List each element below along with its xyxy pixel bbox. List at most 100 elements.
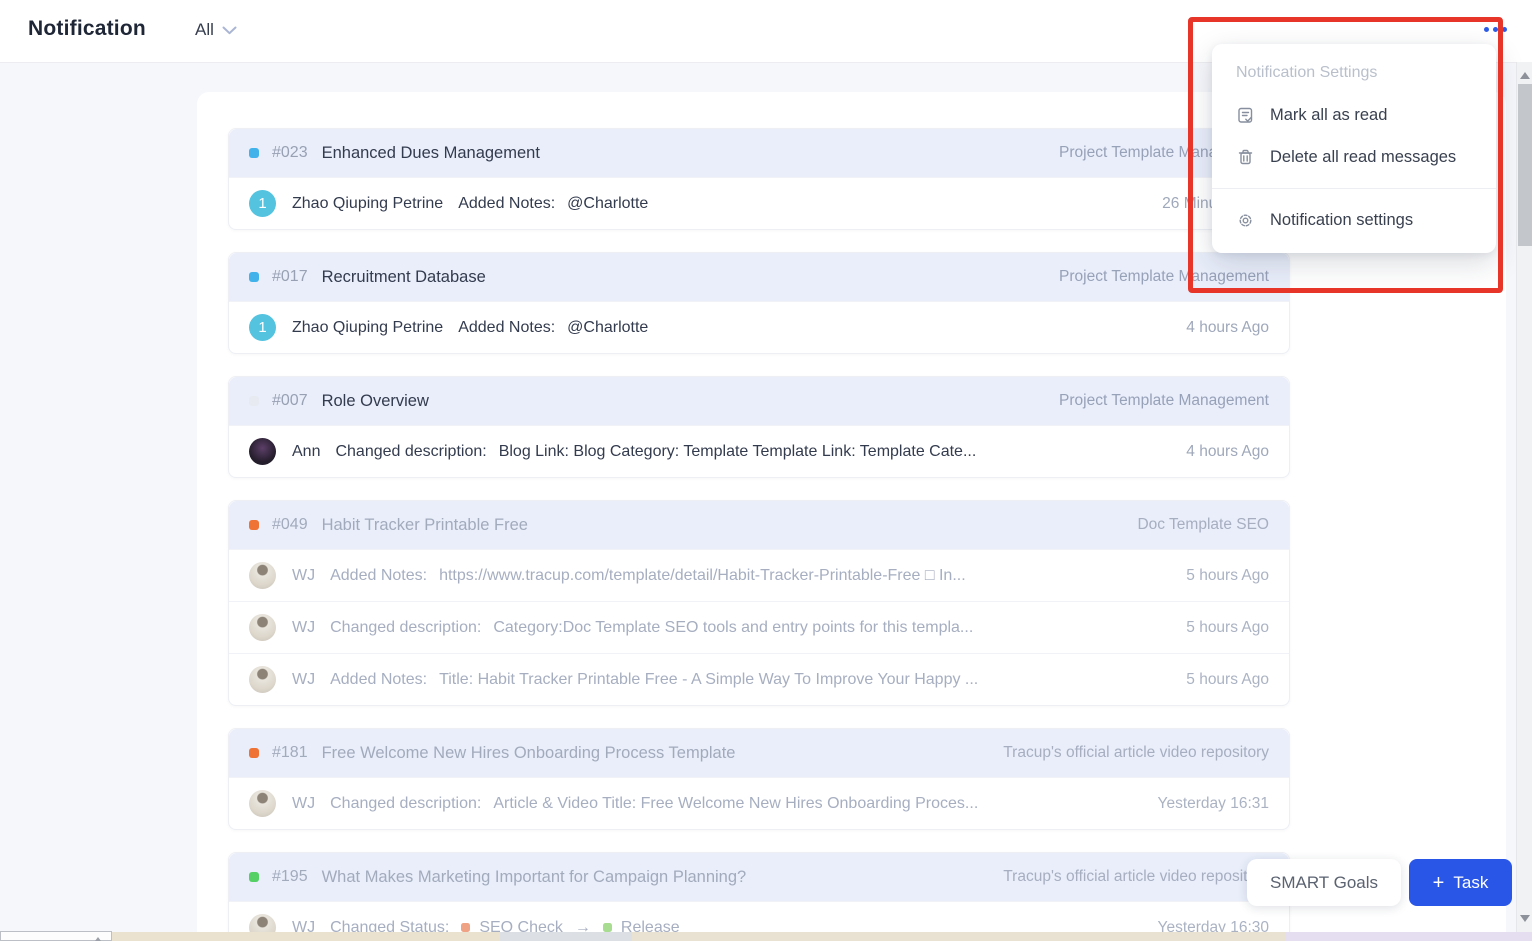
task-title: Enhanced Dues Management bbox=[322, 144, 540, 163]
action-label: Added Notes: bbox=[458, 319, 555, 337]
status-bullet-icon bbox=[249, 148, 259, 158]
actor-name: Zhao Qiuping Petrine bbox=[292, 319, 443, 337]
status-bullet-icon bbox=[249, 872, 259, 882]
ellipsis-dot bbox=[1493, 27, 1498, 32]
more-menu-button[interactable] bbox=[1484, 27, 1507, 32]
scrollbar-thumb[interactable] bbox=[1518, 84, 1532, 246]
status-to-bullet-icon bbox=[603, 923, 612, 932]
status-bullet-icon bbox=[249, 520, 259, 530]
action-label: Added Notes: bbox=[330, 567, 427, 585]
notification-row[interactable]: WJ Changed description: Category:Doc Templ… bbox=[229, 601, 1289, 653]
project-name: Tracup's official article video reposito… bbox=[983, 868, 1269, 886]
avatar bbox=[249, 562, 276, 589]
task-id: #181 bbox=[272, 744, 308, 762]
avatar bbox=[249, 438, 276, 465]
menu-section-title: Notification Settings bbox=[1212, 58, 1496, 94]
gear-icon bbox=[1236, 211, 1255, 230]
action-content: Category:Doc Template SEO tools and entr… bbox=[493, 619, 1168, 637]
task-id: #049 bbox=[272, 516, 308, 534]
menu-item-delete-all-read-messages[interactable]: Delete all read messages bbox=[1212, 136, 1496, 178]
actor-name: WJ bbox=[292, 671, 315, 689]
filter-label: All bbox=[195, 20, 214, 40]
actor-name: WJ bbox=[292, 795, 315, 813]
task-id: #023 bbox=[272, 144, 308, 162]
scroll-down-arrow-icon[interactable] bbox=[1520, 915, 1530, 927]
notification-row[interactable]: WJ Added Notes: Title: Habit Tracker Print… bbox=[229, 653, 1289, 705]
notification-row[interactable]: WJ Changed description: Article & Video Ti… bbox=[229, 777, 1289, 829]
project-name: Doc Template SEO bbox=[1117, 516, 1269, 534]
action-label: Added Notes: bbox=[458, 195, 555, 213]
project-name: Project Template Management bbox=[1039, 392, 1269, 410]
timestamp: 4 hours Ago bbox=[1168, 443, 1269, 461]
menu-item-label: Mark all as read bbox=[1270, 106, 1387, 125]
task-id: #007 bbox=[272, 392, 308, 410]
plus-icon: + bbox=[1433, 873, 1445, 893]
vertical-scrollbar[interactable] bbox=[1516, 62, 1532, 932]
action-content: @Charlotte bbox=[567, 195, 1144, 213]
notification-group-header[interactable]: #195 What Makes Marketing Important for C… bbox=[229, 853, 1289, 901]
task-title: Habit Tracker Printable Free bbox=[322, 516, 528, 535]
action-content: https://www.tracup.com/template/detail/H… bbox=[439, 567, 1168, 585]
timestamp: 5 hours Ago bbox=[1168, 619, 1269, 637]
timestamp: 5 hours Ago bbox=[1168, 567, 1269, 585]
task-title: Role Overview bbox=[322, 392, 429, 411]
timestamp: 4 hours Ago bbox=[1168, 319, 1269, 337]
filter-dropdown[interactable]: All bbox=[195, 20, 237, 40]
menu-divider bbox=[1212, 188, 1496, 189]
task-id: #195 bbox=[272, 868, 308, 886]
menu-item-label: Notification settings bbox=[1270, 211, 1413, 230]
avatar bbox=[249, 666, 276, 693]
actor-name: Zhao Qiuping Petrine bbox=[292, 195, 443, 213]
status-bullet-icon bbox=[249, 748, 259, 758]
smart-goals-button[interactable]: SMART Goals bbox=[1247, 859, 1401, 906]
action-label: Changed description: bbox=[330, 795, 481, 813]
notification-group-header[interactable]: #181 Free Welcome New Hires Onboarding Pr… bbox=[229, 729, 1289, 777]
status-from-bullet-icon bbox=[461, 923, 470, 932]
notification-list: #023 Enhanced Dues Management Project Temp… bbox=[228, 128, 1290, 941]
notification-group-header[interactable]: #049 Habit Tracker Printable Free Doc Temp… bbox=[229, 501, 1289, 549]
notification-group: #023Enhanced Dues ManagementProject Temp… bbox=[228, 128, 1290, 230]
timestamp: 5 hours Ago bbox=[1168, 671, 1269, 689]
horizontal-scrollbar-fragment bbox=[0, 931, 112, 941]
add-task-button[interactable]: + Task bbox=[1409, 859, 1512, 906]
task-title: Free Welcome New Hires Onboarding Proces… bbox=[322, 744, 736, 763]
menu-item-label: Delete all read messages bbox=[1270, 148, 1456, 167]
action-label: Added Notes: bbox=[330, 671, 427, 689]
notification-group-header[interactable]: #023Enhanced Dues ManagementProject Temp… bbox=[229, 129, 1289, 177]
action-label: Changed description: bbox=[330, 619, 481, 637]
menu-item-mark-all-as-read[interactable]: Mark all as read bbox=[1212, 94, 1496, 136]
notification-row[interactable]: 1Zhao Qiuping PetrineAdded Notes:@Charlo… bbox=[229, 301, 1289, 353]
actor-name: Ann bbox=[292, 443, 320, 461]
avatar bbox=[249, 614, 276, 641]
notification-group: #017Recruitment DatabaseProject Template… bbox=[228, 252, 1290, 354]
page-title: Notification bbox=[28, 17, 146, 41]
notification-row[interactable]: 1Zhao Qiuping PetrineAdded Notes:@Charlo… bbox=[229, 177, 1289, 229]
task-title: What Makes Marketing Important for Campa… bbox=[322, 868, 747, 887]
status-bullet-icon bbox=[249, 272, 259, 282]
ellipsis-dot bbox=[1484, 27, 1489, 32]
action-content: @Charlotte bbox=[567, 319, 1168, 337]
notification-group-header[interactable]: #017Recruitment DatabaseProject Template… bbox=[229, 253, 1289, 301]
avatar bbox=[249, 790, 276, 817]
notification-group-header[interactable]: #007 Role Overview Project Template Manage… bbox=[229, 377, 1289, 425]
timestamp: Yesterday 16:31 bbox=[1140, 795, 1269, 813]
settings-dropdown-menu: Notification Settings Mark all as read De… bbox=[1212, 44, 1496, 253]
notification-group: #181 Free Welcome New Hires Onboarding Pr… bbox=[228, 728, 1290, 830]
actor-name: WJ bbox=[292, 619, 315, 637]
caret-icon bbox=[95, 934, 101, 941]
chevron-down-icon bbox=[222, 26, 237, 35]
notification-row[interactable]: AnnChanged description:Blog Link: Blog C… bbox=[229, 425, 1289, 477]
mark-read-icon bbox=[1236, 106, 1255, 125]
actor-name: WJ bbox=[292, 567, 315, 585]
notification-group: #195 What Makes Marketing Important for C… bbox=[228, 852, 1290, 941]
scroll-up-arrow-icon[interactable] bbox=[1520, 67, 1530, 79]
task-title: Recruitment Database bbox=[322, 268, 486, 287]
action-content: Article & Video Title: Free Welcome New … bbox=[493, 795, 1139, 813]
action-label: Changed description: bbox=[335, 443, 486, 461]
action-content: Title: Habit Tracker Printable Free - A … bbox=[439, 671, 1168, 689]
ellipsis-dot bbox=[1502, 27, 1507, 32]
status-bullet-icon bbox=[249, 396, 259, 406]
notification-row[interactable]: WJ Added Notes: https://www.tracup.com/tem… bbox=[229, 549, 1289, 601]
notification-group: #049 Habit Tracker Printable Free Doc Temp… bbox=[228, 500, 1290, 706]
menu-item-notification-settings[interactable]: Notification settings bbox=[1212, 199, 1496, 241]
